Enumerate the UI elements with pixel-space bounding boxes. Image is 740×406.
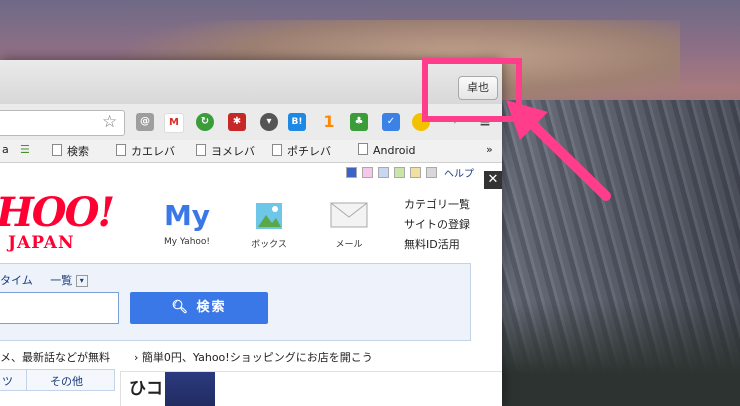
annotation-arrow-icon [506, 100, 611, 201]
